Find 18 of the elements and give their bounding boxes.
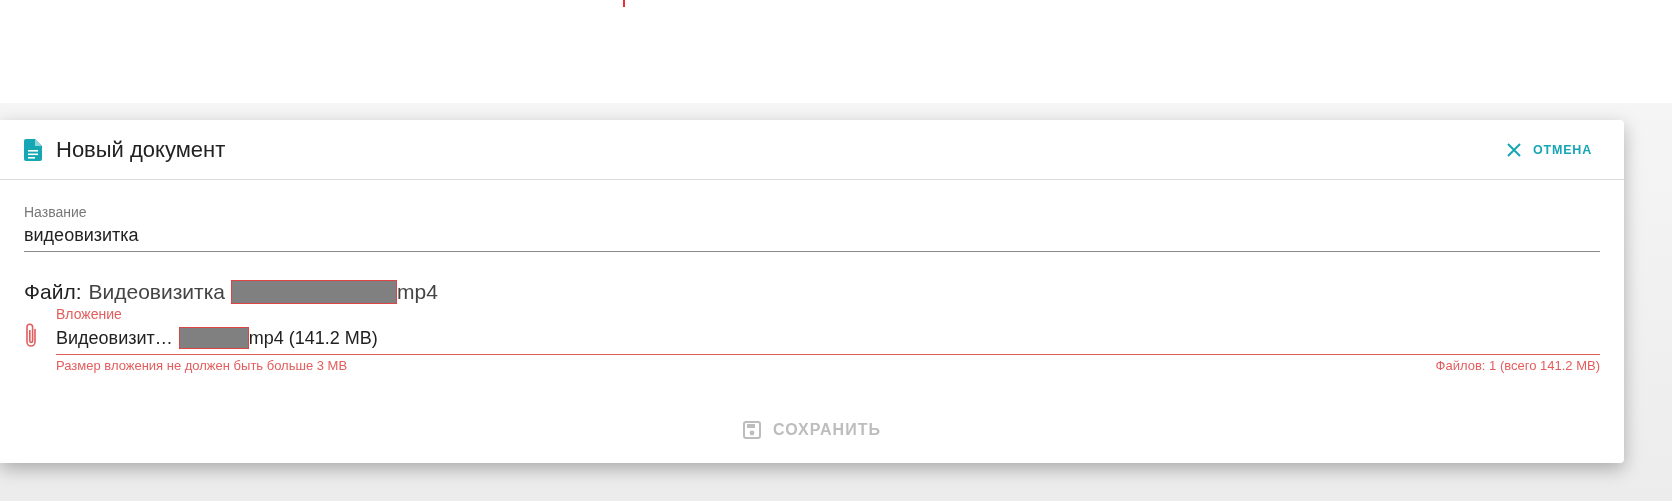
document-icon [24, 138, 42, 161]
file-count: Файлов: 1 (всего 141.2 MB) [1435, 358, 1600, 373]
dialog-title: Новый документ [56, 136, 227, 163]
redaction-box [178, 327, 249, 349]
paperclip-icon [24, 322, 38, 350]
file-label: Файл: [24, 280, 82, 304]
name-field[interactable]: Название видеовизитка [24, 204, 1600, 252]
attachment-size: mp4 (141.2 MB) [248, 327, 378, 349]
file-extension: mp4 [397, 280, 438, 304]
field-value: видеовизитка [24, 225, 140, 246]
field-label: Название [24, 204, 88, 220]
attachment-name: Видеовизит… [56, 327, 173, 349]
close-icon [1507, 142, 1522, 157]
file-name: Видеовизитка [88, 280, 225, 304]
save-icon [743, 421, 762, 439]
error-message: Размер вложения не должен быть больше 3 MB [56, 358, 348, 373]
field-label: Вложение [56, 306, 123, 322]
attachment-field[interactable]: Вложение Видеовизит… mp4 (141.2 MB) [56, 306, 1600, 355]
